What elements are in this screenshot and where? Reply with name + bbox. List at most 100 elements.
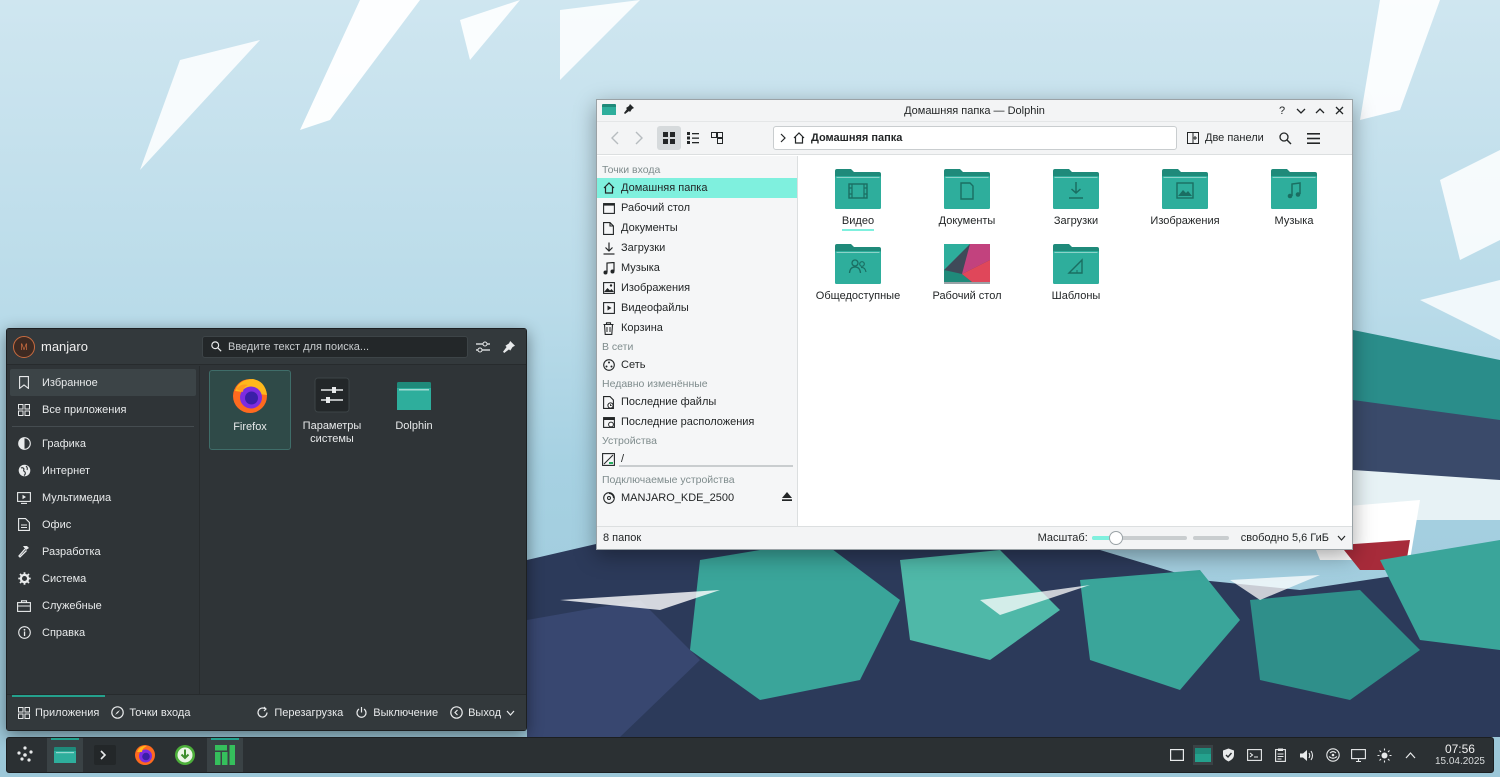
- window-titlebar[interactable]: Домашняя папка — Dolphin ?: [597, 100, 1352, 122]
- places-item[interactable]: Изображения: [597, 278, 797, 298]
- hammer-icon: [17, 545, 31, 559]
- maximize-button[interactable]: [1313, 104, 1327, 118]
- category-label: Офис: [42, 518, 72, 531]
- display-icon[interactable]: [1349, 745, 1369, 765]
- taskbar-firefox[interactable]: [127, 738, 163, 772]
- icons-view-button[interactable]: [657, 126, 681, 150]
- places-item[interactable]: Загрузки: [597, 238, 797, 258]
- network-icon[interactable]: [1323, 745, 1343, 765]
- breadcrumb-home[interactable]: Домашняя папка: [811, 132, 902, 144]
- taskbar-konsole[interactable]: [87, 738, 123, 772]
- places-item[interactable]: MANJARO_KDE_2500: [597, 488, 797, 508]
- places-item[interactable]: Последние расположения: [597, 412, 797, 432]
- category-item[interactable]: Все приложения: [10, 396, 196, 423]
- places-item[interactable]: Музыка: [597, 258, 797, 278]
- category-item[interactable]: Мультимедиа: [10, 484, 196, 511]
- places-item[interactable]: Сеть: [597, 355, 797, 375]
- terminal-tray-icon[interactable]: [1245, 745, 1265, 765]
- desktop-icon: [602, 202, 615, 215]
- logout-button[interactable]: Выход: [444, 698, 521, 728]
- help-button[interactable]: ?: [1275, 104, 1289, 118]
- places-item[interactable]: Последние файлы: [597, 392, 797, 412]
- places-item[interactable]: Домашняя папка: [597, 178, 797, 198]
- reboot-icon: [257, 706, 268, 718]
- search-field[interactable]: Введите текст для поиска...: [202, 335, 468, 358]
- folder-item[interactable]: Шаблоны: [1028, 244, 1124, 304]
- folder-item[interactable]: Видео: [810, 169, 906, 231]
- volume-icon[interactable]: [1297, 745, 1317, 765]
- taskbar-downloader[interactable]: [167, 738, 203, 772]
- places-section-header[interactable]: Подключаемые устройства: [597, 471, 797, 488]
- places-section-header[interactable]: Устройства: [597, 432, 797, 449]
- favorite-app[interactable]: Firefox: [209, 370, 291, 450]
- places-item[interactable]: Документы: [597, 218, 797, 238]
- places-tab[interactable]: Точки входа: [105, 698, 196, 728]
- configure-button[interactable]: [472, 336, 494, 358]
- folder-item[interactable]: Музыка: [1246, 169, 1342, 229]
- optical-disc-icon: [602, 492, 615, 505]
- applications-tab[interactable]: Приложения: [12, 694, 106, 728]
- shutdown-button[interactable]: Выключение: [349, 698, 444, 728]
- places-section-header[interactable]: В сети: [597, 338, 797, 355]
- reboot-button[interactable]: Перезагрузка: [250, 698, 349, 728]
- category-label: Избранное: [42, 376, 98, 389]
- places-item[interactable]: Рабочий стол: [597, 198, 797, 218]
- launcher-button[interactable]: [7, 738, 43, 772]
- folder-item[interactable]: Общедоступные: [810, 244, 906, 304]
- category-item[interactable]: Избранное: [10, 369, 196, 396]
- places-section-header[interactable]: Недавно изменённые: [597, 375, 797, 392]
- eject-icon[interactable]: [782, 492, 792, 504]
- favorite-app[interactable]: Dolphin: [373, 370, 455, 450]
- file-view[interactable]: Видео Документы Загрузки Изображения Музыка О…: [798, 156, 1352, 526]
- details-view-button[interactable]: [705, 126, 729, 150]
- category-item[interactable]: Графика: [10, 430, 196, 457]
- close-button[interactable]: [1332, 104, 1346, 118]
- taskbar-dolphin[interactable]: [47, 738, 83, 772]
- forward-button[interactable]: [627, 126, 651, 150]
- category-item[interactable]: Справка: [10, 619, 196, 646]
- digital-clock[interactable]: 07:56 15.04.2025: [1434, 742, 1485, 768]
- chevron-down-icon[interactable]: [1337, 535, 1346, 541]
- location-bar[interactable]: Домашняя папка: [773, 126, 1177, 150]
- document-icon: [602, 221, 615, 235]
- chevron-up-icon[interactable]: [1401, 745, 1421, 765]
- shield-icon[interactable]: [1219, 745, 1239, 765]
- home-icon: [602, 182, 615, 195]
- category-item[interactable]: Служебные: [10, 592, 196, 619]
- zoom-slider[interactable]: [1091, 531, 1187, 545]
- pin-button[interactable]: [498, 336, 520, 358]
- hamburger-menu-button[interactable]: [1302, 126, 1326, 150]
- folder-item[interactable]: Документы: [919, 169, 1015, 229]
- clock-date: 15.04.2025: [1434, 756, 1485, 768]
- folder-item[interactable]: Рабочий стол: [919, 244, 1015, 304]
- category-item[interactable]: Офис: [10, 511, 196, 538]
- clipboard-icon[interactable]: [1271, 745, 1291, 765]
- favorite-app[interactable]: Параметры системы: [291, 370, 373, 450]
- folder-label: Изображения: [1150, 215, 1220, 227]
- compact-view-button[interactable]: [681, 126, 705, 150]
- pager-icon[interactable]: [1192, 745, 1213, 765]
- places-section-header[interactable]: Точки входа: [597, 161, 797, 178]
- show-desktop-icon[interactable]: [1167, 745, 1187, 765]
- folder-item[interactable]: Изображения: [1137, 169, 1233, 229]
- dolphin-app-icon[interactable]: [602, 103, 616, 119]
- system-gear-icon: [17, 572, 31, 586]
- templates-folder-icon: [1053, 244, 1099, 284]
- free-space-label[interactable]: свободно 5,6 ГиБ: [1241, 532, 1329, 544]
- category-item[interactable]: Система: [10, 565, 196, 592]
- dual-panel-button[interactable]: Две панели: [1187, 132, 1264, 144]
- places-item[interactable]: Корзина: [597, 318, 797, 338]
- avatar[interactable]: M: [13, 335, 35, 358]
- pin-icon[interactable]: [624, 104, 634, 117]
- category-item[interactable]: Разработка: [10, 538, 196, 565]
- back-button[interactable]: [603, 126, 627, 150]
- zoom-slider-handle[interactable]: [1108, 531, 1123, 545]
- category-item[interactable]: Интернет: [10, 457, 196, 484]
- folder-item[interactable]: Загрузки: [1028, 169, 1124, 229]
- places-item[interactable]: Видеофайлы: [597, 298, 797, 318]
- taskbar-manjaro-hello[interactable]: [207, 738, 243, 772]
- search-button[interactable]: [1274, 126, 1298, 150]
- minimize-button[interactable]: [1294, 104, 1308, 118]
- folder-label: Рабочий стол: [932, 290, 1002, 302]
- brightness-icon[interactable]: [1375, 745, 1395, 765]
